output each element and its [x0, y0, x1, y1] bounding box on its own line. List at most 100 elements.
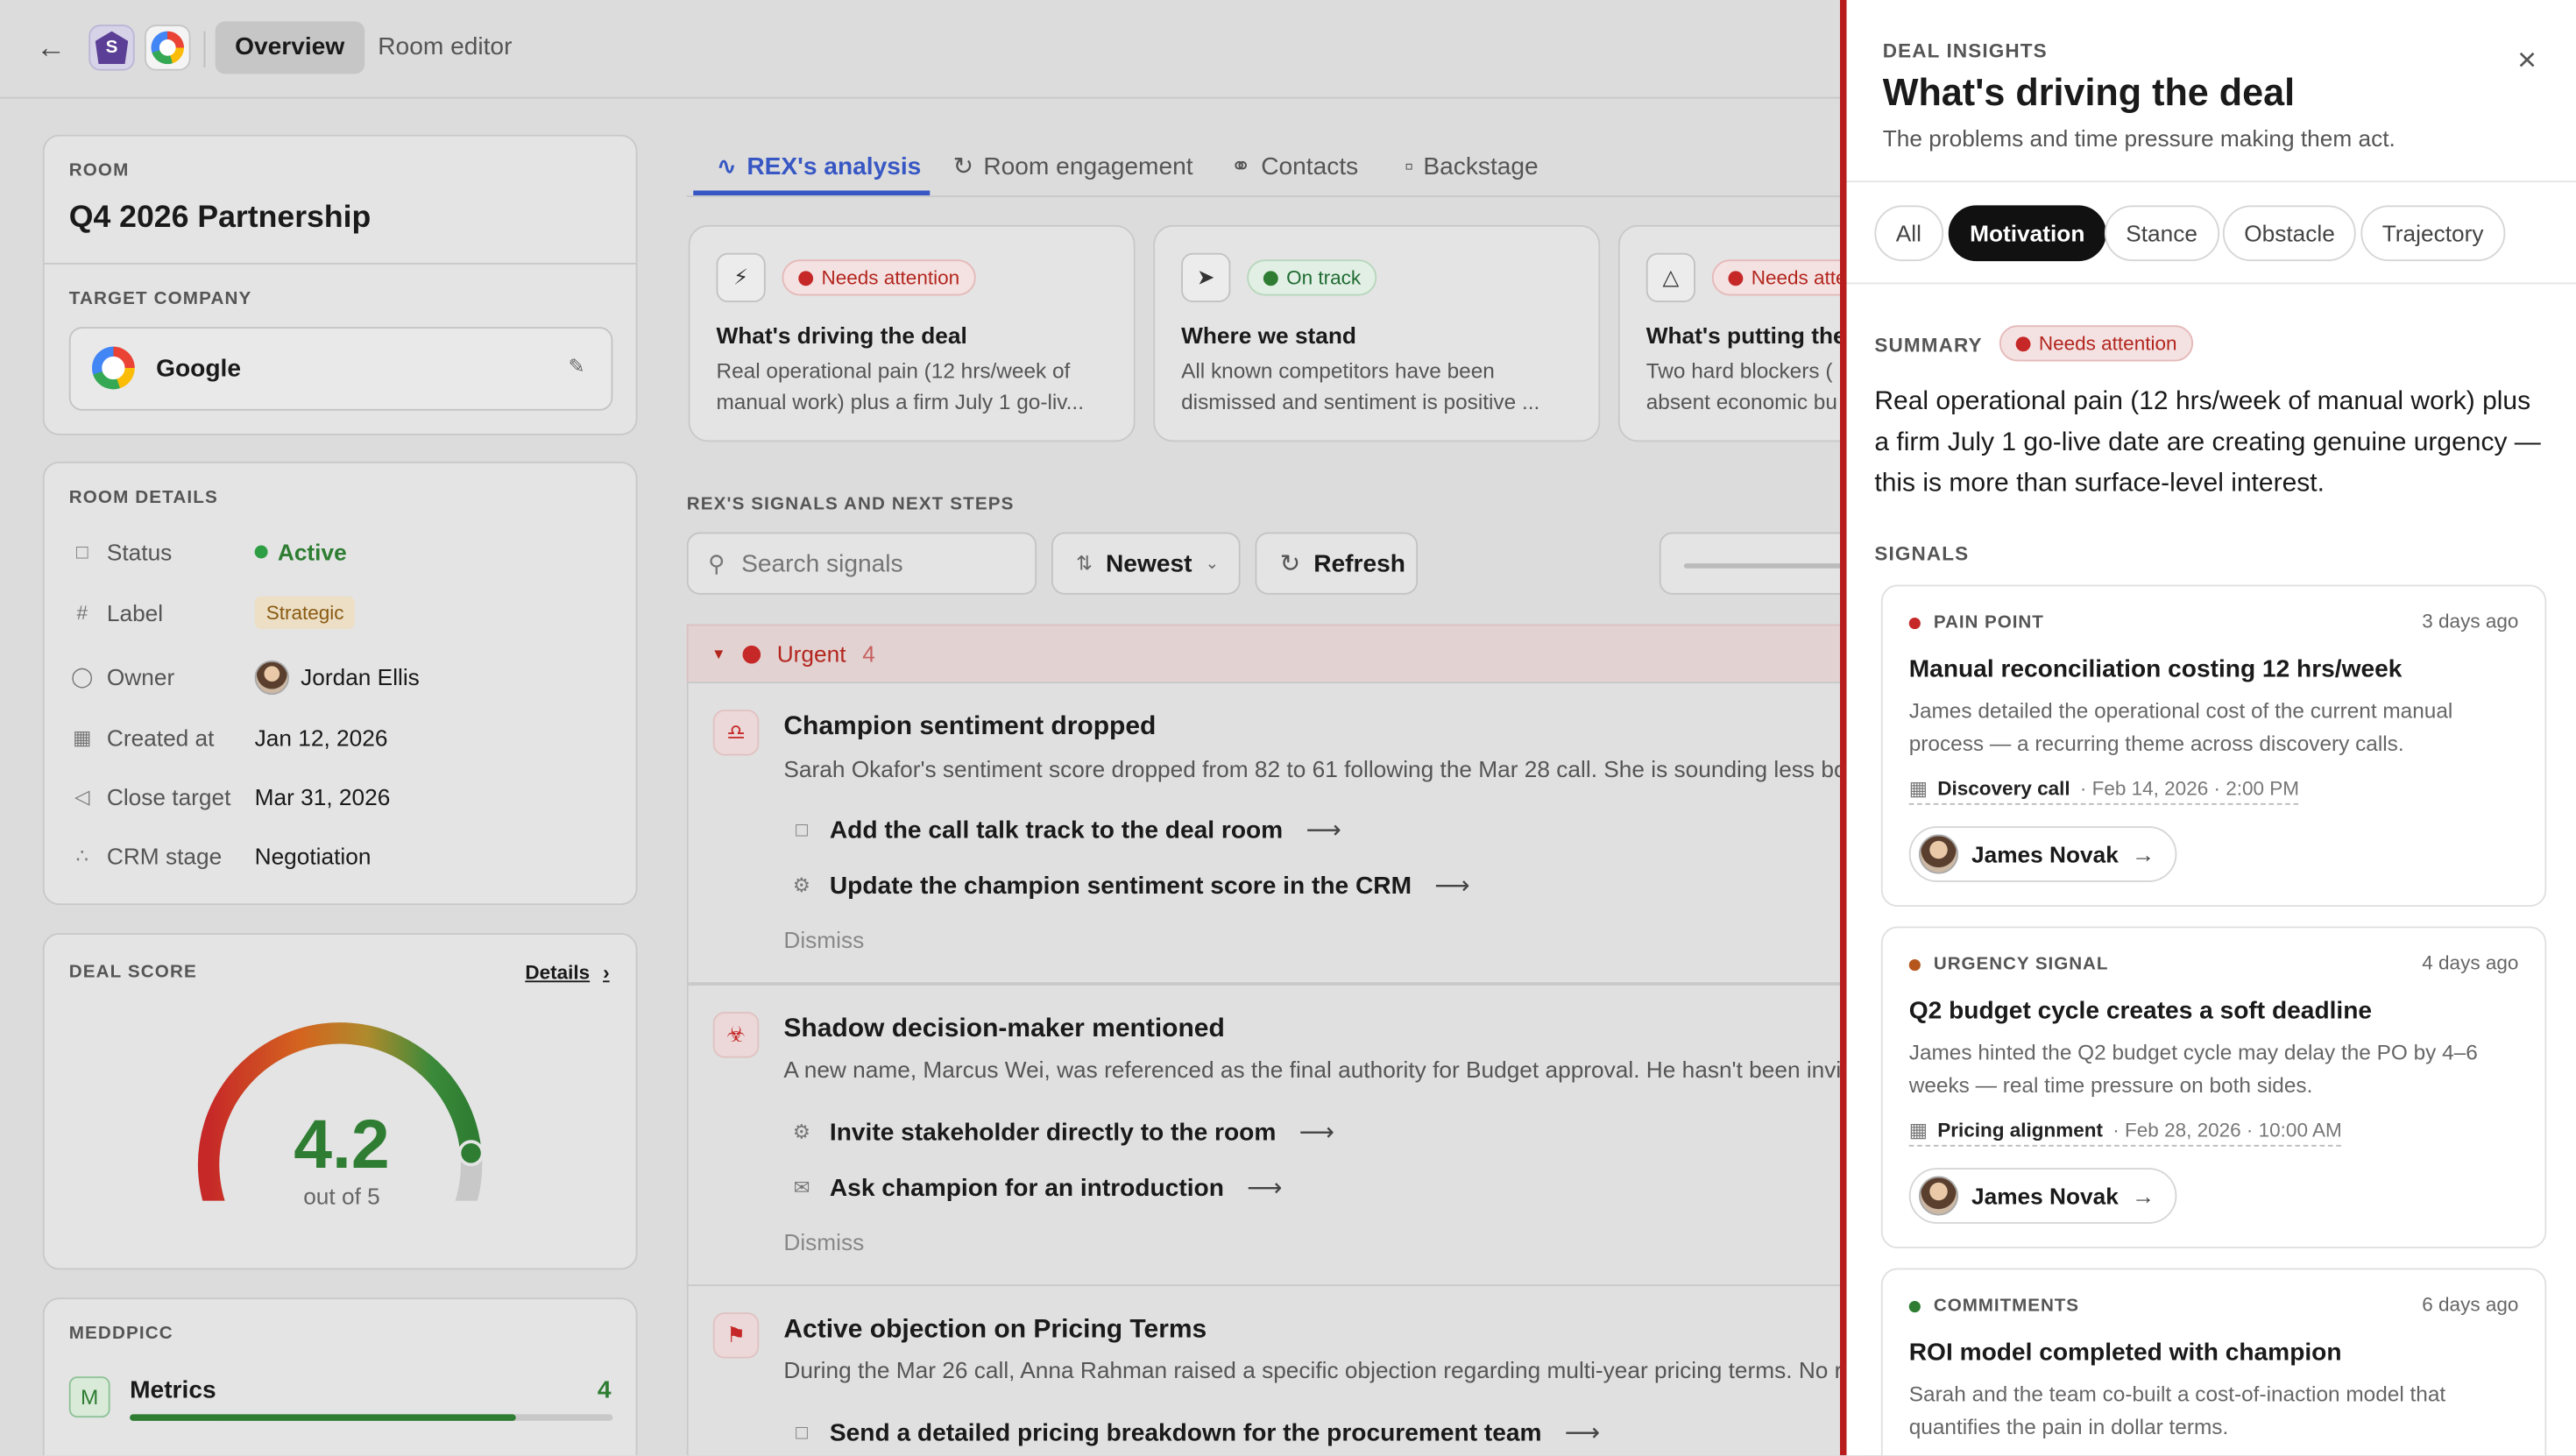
- detail-value: Negotiation: [254, 842, 372, 869]
- signal-desc: James detailed the operational cost of t…: [1908, 697, 2453, 756]
- divider: [686, 195, 1853, 197]
- tab-backstage[interactable]: ▫ Backstage: [1405, 138, 1539, 194]
- users-icon: ⚭: [1230, 152, 1251, 181]
- alert-icon: [742, 644, 761, 663]
- person-chip[interactable]: James Novak →: [1908, 826, 2176, 882]
- close-icon[interactable]: ×: [2517, 43, 2537, 81]
- summary-line: Real operational pain (12 hrs/week of ma…: [1874, 387, 2531, 416]
- thermometer-icon: ♎: [712, 710, 760, 756]
- action-item[interactable]: ✉ Ask champion for an introduction ⟶: [790, 1173, 1283, 1203]
- pipeline-icon: ∴: [75, 844, 88, 867]
- back-arrow-icon[interactable]: ←: [36, 32, 69, 65]
- tab-room-editor[interactable]: Room editor: [358, 21, 532, 74]
- signal-title: Manual reconciliation costing 12 hrs/wee…: [1908, 655, 2403, 683]
- room-details-card: ROOM DETAILS □ Status Active # Label Str…: [42, 461, 638, 906]
- insight-card-driving[interactable]: ⚡ Needs attention What's driving the deal…: [688, 224, 1136, 442]
- signal-title: Shadow decision-maker mentioned: [783, 1014, 1225, 1043]
- filter-chip-obstacle[interactable]: Obstacle: [2222, 205, 2357, 262]
- owner-name: Jordan Ellis: [301, 663, 420, 690]
- insight-body: Real operational pain (12 hrs/week of man…: [717, 355, 1108, 417]
- action-item[interactable]: □ Add the call talk track to the deal roo…: [790, 815, 1341, 845]
- insight-card-stand[interactable]: ➤ On track Where we stand All known compe…: [1153, 224, 1601, 442]
- meddpicc-card: MEDDPICC M Metrics 4: [42, 1297, 638, 1456]
- signal-card[interactable]: COMMITMENTS 6 days ago ROI model complet…: [1880, 1268, 2547, 1456]
- detail-key: Close target: [106, 783, 231, 810]
- panel-subtitle: The problems and time pressure making th…: [1882, 124, 2396, 152]
- score-out-of: out of 5: [303, 1183, 380, 1209]
- refresh-icon: ↻: [1279, 550, 1301, 578]
- arrow-right-icon: ⟶: [1299, 1118, 1334, 1147]
- detail-close-target: ◁ Close target Mar 31, 2026: [71, 781, 613, 814]
- tab-label: REX's analysis: [747, 152, 922, 180]
- calendar-icon: ▦: [1908, 776, 1928, 801]
- action-label: Ask champion for an introduction: [829, 1173, 1224, 1202]
- action-item[interactable]: □ Send a detailed pricing breakdown for t…: [790, 1417, 1600, 1447]
- metrics-letter-badge: M: [68, 1376, 110, 1418]
- metrics-bar-fill: [130, 1414, 517, 1421]
- alert-icon: [1728, 270, 1744, 286]
- chevron-right-icon: ›: [603, 960, 610, 985]
- edit-pencil-icon[interactable]: ✎: [569, 355, 585, 378]
- refresh-icon: ↻: [952, 152, 974, 181]
- filter-chip-stance[interactable]: Stance: [2104, 205, 2219, 262]
- person-name: James Novak: [1971, 1183, 2119, 1209]
- filter-chip-motivation[interactable]: Motivation: [1948, 205, 2106, 262]
- person-chip[interactable]: James Novak →: [1908, 1168, 2176, 1224]
- filter-chip-trajectory[interactable]: Trajectory: [2360, 205, 2505, 262]
- action-item[interactable]: ⚙ Invite stakeholder directly to the room…: [790, 1117, 1334, 1147]
- signal-card[interactable]: PAIN POINT 3 days ago Manual reconciliat…: [1880, 584, 2547, 907]
- tab-overview[interactable]: Overview: [215, 21, 364, 74]
- insight-title: What's driving the deal: [716, 322, 967, 349]
- mail-icon: ✉: [793, 1176, 810, 1199]
- urgent-group-header[interactable]: ▼ Urgent 4: [686, 624, 1870, 683]
- group-label: Urgent: [776, 640, 846, 668]
- signal-item: ☣ Shadow decision-maker mentioned A new …: [686, 984, 1873, 1287]
- signals-label: SIGNALS: [1874, 541, 1970, 565]
- workspace-logo[interactable]: S: [88, 25, 135, 71]
- signal-card[interactable]: URGENCY SIGNAL 4 days ago Q2 budget cycl…: [1880, 926, 2547, 1248]
- divider: [1846, 282, 2576, 285]
- category-label: PAIN POINT: [1933, 612, 2044, 633]
- tab-rex-analysis[interactable]: ∿ REX's analysis: [717, 138, 922, 194]
- status-text: Active: [277, 539, 347, 565]
- gear-icon: ⚙: [792, 873, 811, 897]
- category-label: COMMITMENTS: [1933, 1296, 2080, 1316]
- search-signals[interactable]: ⚲: [686, 532, 1037, 595]
- summary-label: SUMMARY: [1874, 333, 1983, 357]
- summary-line: a firm July 1 go-live date are creating …: [1874, 428, 2541, 457]
- filter-chip-all[interactable]: All: [1874, 205, 1943, 262]
- refresh-button[interactable]: ↻ Refresh: [1255, 532, 1419, 595]
- signal-time: 4 days ago: [2422, 951, 2519, 974]
- deal-score-label: DEAL SCORE: [68, 962, 197, 983]
- action-item[interactable]: ⚙ Update the champion sentiment score in …: [790, 871, 1470, 901]
- hash-icon: #: [76, 601, 88, 625]
- room-name: Q4 2026 Partnership: [68, 200, 372, 236]
- google-logo-icon[interactable]: [145, 25, 191, 71]
- signals-section-label: REX'S SIGNALS AND NEXT STEPS: [686, 494, 1015, 514]
- calendar-icon: ▦: [73, 725, 92, 749]
- company-field[interactable]: Google ✎: [68, 327, 613, 411]
- dismiss-button[interactable]: Dismiss: [783, 1229, 864, 1255]
- tab-contacts[interactable]: ⚭ Contacts: [1230, 138, 1358, 194]
- folder-icon: ▫: [1405, 152, 1414, 180]
- badge-text: Needs atte: [1751, 265, 1847, 289]
- chevron-down-icon: ⌄: [1205, 554, 1220, 573]
- signal-category: COMMITMENTS: [1908, 1296, 2080, 1316]
- signal-source[interactable]: ▦ Pricing alignment · Feb 28, 2026 · 10:00…: [1908, 1119, 2342, 1147]
- signal-source[interactable]: ▦ Discovery call · Feb 14, 2026 · 2:00 PM: [1908, 776, 2300, 805]
- insight-line: dismissed and sentiment is positive ...: [1181, 389, 1540, 414]
- arrow-right-icon: ⟶: [1247, 1174, 1283, 1203]
- tab-room-engagement[interactable]: ↻ Room engagement: [953, 138, 1193, 194]
- search-input[interactable]: [741, 549, 1005, 578]
- deal-insights-panel: DEAL INSIGHTS What's driving the deal Th…: [1840, 0, 2576, 1456]
- tab-label: Room engagement: [983, 152, 1193, 180]
- dismiss-button[interactable]: Dismiss: [783, 927, 864, 953]
- sort-dropdown[interactable]: ⇅ Newest ⌄: [1051, 532, 1241, 595]
- signal-category: URGENCY SIGNAL: [1908, 954, 2109, 974]
- signal-title: Active objection on Pricing Terms: [783, 1315, 1207, 1344]
- details-link[interactable]: Details ›: [525, 961, 609, 984]
- pulse-icon: ∿: [716, 152, 738, 181]
- action-label: Add the call talk track to the deal room: [829, 815, 1284, 844]
- status-badge: Needs attention: [782, 259, 976, 296]
- check-icon: [1263, 270, 1278, 286]
